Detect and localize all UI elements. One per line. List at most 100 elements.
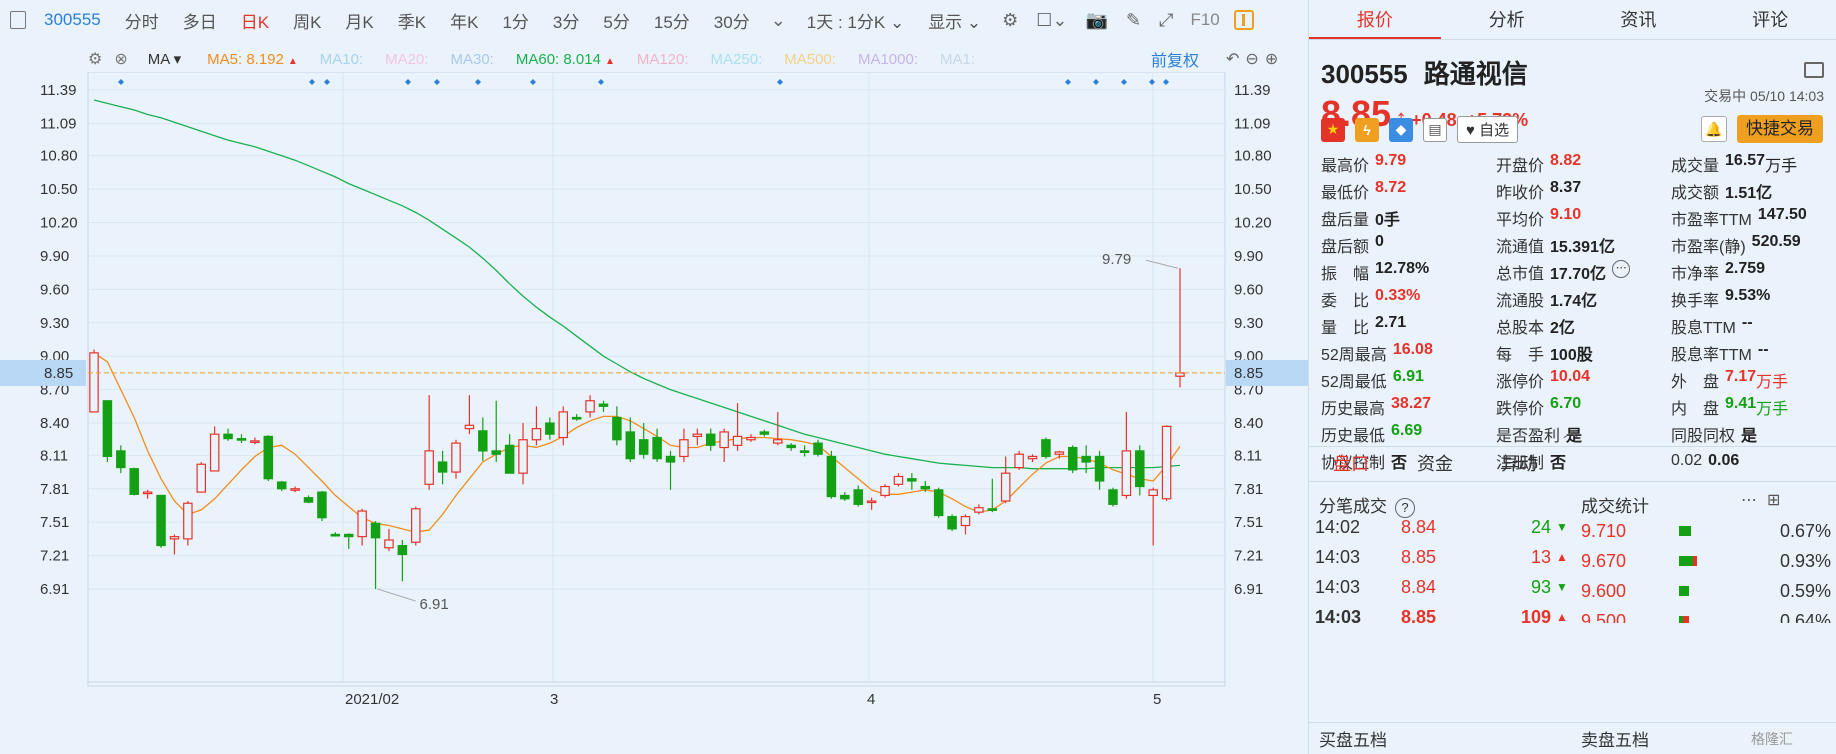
quote-value: 10.04 xyxy=(1550,367,1591,385)
ma-legend-item[interactable]: MA1: xyxy=(940,51,975,68)
ma-legend-item[interactable]: MA120: xyxy=(637,51,689,68)
tab-comments[interactable]: 评论 xyxy=(1704,0,1836,39)
quote-label: 最低价 xyxy=(1321,184,1370,202)
undo-icon[interactable]: ↶ xyxy=(1226,51,1245,68)
candle xyxy=(156,494,166,548)
tab-quarterly-k[interactable]: 季K xyxy=(386,8,438,33)
sell-book-label[interactable]: 卖盘五档 xyxy=(1581,726,1649,751)
candle-body xyxy=(129,468,139,495)
kline-chart[interactable]: 11.3911.0910.8010.5010.209.909.609.309.0… xyxy=(0,72,1308,754)
candle-body xyxy=(1000,472,1011,502)
chevron-up-icon[interactable]: ︿ xyxy=(1563,418,1579,442)
expand-icon[interactable]: ⊞ xyxy=(1767,492,1790,509)
tab-capital[interactable]: 资金 xyxy=(1393,447,1477,481)
ma-legend-item[interactable]: MA1000: xyxy=(858,51,918,68)
ma-legend-item[interactable]: MA20: xyxy=(385,51,428,68)
badge-row: ★ ϟ ◆ ▤ ♥ 自选 xyxy=(1321,116,1519,143)
quote-label: 市净率 xyxy=(1671,265,1720,283)
quote-value: 9.10 xyxy=(1550,205,1582,223)
y-tick-label: 9.60 xyxy=(1234,281,1263,298)
panel-toggle-icon[interactable] xyxy=(1233,10,1254,30)
ma-legend-item[interactable]: MA30: xyxy=(451,51,494,68)
buy-book-label[interactable]: 买盘五档 xyxy=(1319,726,1387,751)
quote-value: 100股 xyxy=(1550,346,1593,364)
sidebar-toggle-icon[interactable] xyxy=(10,11,26,29)
gear-icon[interactable]: ⚙ xyxy=(88,49,102,69)
lightning-icon[interactable]: ϟ xyxy=(1355,117,1379,142)
tab-intraday[interactable]: 分时 xyxy=(113,8,171,33)
quote-cell: 52周最高 16.08 xyxy=(1321,341,1496,365)
chevron-down-icon[interactable]: ⌄ xyxy=(762,10,795,31)
current-price-label: 8.85 xyxy=(44,365,73,382)
candle-body xyxy=(705,433,716,446)
pencil-icon[interactable]: ✎ xyxy=(1117,10,1150,31)
trade-list[interactable]: 14:02 8.84 24 ▼ 14:03 8.85 13 ▲ 14:03 8.84 93 ▼ 14:0… xyxy=(1315,512,1575,625)
add-watchlist-button[interactable]: ♥ 自选 xyxy=(1457,116,1519,143)
more-icon[interactable]: ⋯ xyxy=(1741,492,1767,509)
trade-price: 8.85 xyxy=(1401,546,1437,567)
close-icon[interactable]: ⊗ xyxy=(114,49,127,69)
tab-yearly-k[interactable]: 年K xyxy=(438,8,490,33)
quote-label: 总市值 xyxy=(1496,265,1545,283)
fullscreen-icon[interactable]: ⤢ xyxy=(1150,10,1182,31)
more-icon[interactable]: ⋯ xyxy=(1612,259,1631,278)
quote-cell: 总市值 17.70亿 ⋯ xyxy=(1496,259,1671,284)
trade-price: 8.85 xyxy=(1401,606,1437,625)
tab-15min[interactable]: 15分 xyxy=(642,8,702,33)
stock-code-tab[interactable]: 300555 xyxy=(36,10,113,30)
watermark: 格隆汇 xyxy=(1751,730,1793,747)
tab-orderbook[interactable]: 盘口 xyxy=(1309,447,1393,481)
tab-30min[interactable]: 30分 xyxy=(702,8,762,33)
candle-body xyxy=(585,400,595,413)
tab-monthly-k[interactable]: 月K xyxy=(333,8,385,33)
tab-multiday[interactable]: 多日 xyxy=(171,8,229,33)
tab-3min[interactable]: 3分 xyxy=(541,8,591,33)
ma-legend-item[interactable]: MA5: 8.192 ▲ xyxy=(207,51,298,68)
quote-cell: 开盘价 8.82 xyxy=(1496,152,1671,176)
quote-row: 盘后量 0手 平均价 9.10 市盈率TTM 147.50 xyxy=(1321,204,1831,231)
list-icon[interactable] xyxy=(1804,62,1824,78)
display-select[interactable]: 显示 ⌄ xyxy=(916,8,993,33)
quote-value: -- xyxy=(1741,313,1753,331)
tag-icon[interactable]: ◆ xyxy=(1389,117,1413,142)
bell-icon[interactable]: 🔔 xyxy=(1701,116,1727,142)
tab-anomaly[interactable]: 异动 xyxy=(1477,447,1561,481)
trade-volume: 13 xyxy=(1530,546,1551,567)
quote-row: 52周最高 16.08 每 手 100股 股息率TTM -- xyxy=(1321,339,1831,366)
tab-analysis[interactable]: 分析 xyxy=(1441,0,1573,39)
ma-legend-item[interactable]: MA60: 8.014 ▲ xyxy=(516,51,615,68)
stats-list[interactable]: 9.710 0.67% 9.670 0.93% 9.600 0.59% 9.500 0.64% xyxy=(1581,516,1831,623)
ma-legend-item[interactable]: MA250: xyxy=(711,51,763,68)
fuquan-button[interactable]: 前复权 xyxy=(1151,47,1199,71)
indicator-select[interactable]: MA ▾ xyxy=(148,50,181,68)
gear-icon[interactable]: ⚙ xyxy=(993,10,1027,31)
camera-icon[interactable]: 📷 xyxy=(1077,10,1117,31)
stats-pct: 0.64% xyxy=(1779,610,1831,624)
zoom-in-icon[interactable]: ⊕ xyxy=(1265,51,1284,68)
y-tick-label: 10.20 xyxy=(1234,215,1272,232)
note-icon[interactable]: ▤ xyxy=(1423,117,1447,142)
quick-trade-button[interactable]: 快捷交易 xyxy=(1737,115,1823,143)
ma-legend-label: MA5: xyxy=(207,50,243,68)
tab-weekly-k[interactable]: 周K xyxy=(281,8,333,33)
tab-daily-k[interactable]: 日K xyxy=(229,8,281,33)
tab-news[interactable]: 资讯 xyxy=(1573,0,1705,39)
candle-body xyxy=(974,507,984,513)
f10-button[interactable]: F10 xyxy=(1182,10,1227,30)
y-tick-label: 11.09 xyxy=(40,115,76,132)
candle-body xyxy=(263,435,274,480)
layout-icon[interactable]: ☐⌄ xyxy=(1027,10,1076,31)
ma-legend-item[interactable]: MA10: xyxy=(320,51,363,68)
period-select[interactable]: 1天 : 1分K ⌄ xyxy=(795,8,916,33)
y-tick-label: 6.91 xyxy=(1234,581,1263,598)
ma-legend-item[interactable]: MA500: xyxy=(784,51,836,68)
quote-value: 520.59 xyxy=(1751,232,1801,250)
tab-quote[interactable]: 报价 xyxy=(1309,0,1441,39)
y-tick-label: 6.91 xyxy=(40,581,69,598)
tab-5min[interactable]: 5分 xyxy=(591,8,641,33)
stats-pct: 0.93% xyxy=(1779,550,1831,571)
candle-body xyxy=(317,491,327,519)
zoom-out-icon[interactable]: ⊖ xyxy=(1245,51,1264,68)
tab-1min[interactable]: 1分 xyxy=(490,8,540,33)
trade-row: 14:03 8.85 109 ▲ xyxy=(1315,602,1575,625)
